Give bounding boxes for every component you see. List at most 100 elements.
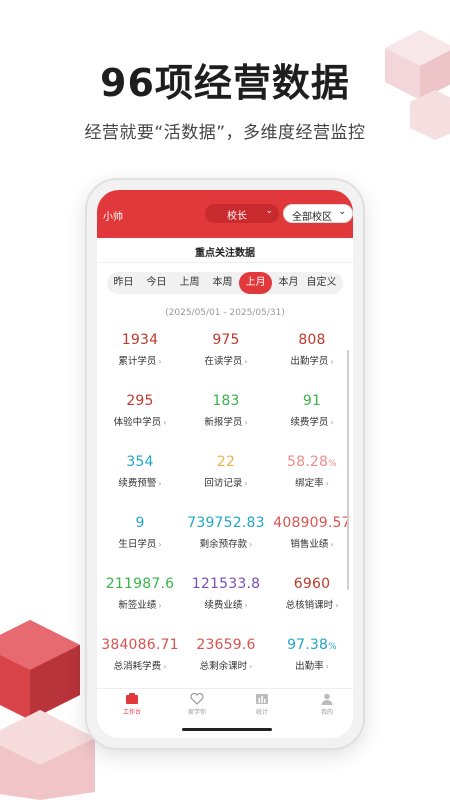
tab-user[interactable]: 我的 (297, 693, 353, 716)
metric-label: 出勤率 › (295, 661, 329, 672)
metric-value: 121533.8 (191, 576, 261, 592)
period-tab[interactable]: 昨日 (107, 272, 140, 294)
chevron-right-icon: › (249, 662, 253, 671)
bar-chart-icon (232, 693, 292, 705)
period-tab[interactable]: 自定义 (305, 272, 338, 294)
section-title: 重点关注数据 (195, 248, 255, 259)
tab-label: 我的 (320, 709, 333, 716)
app-screen: 小帅 校长 ⌄ 全部校区 ⌄ 重点关注数据 昨日 今日 上周 本周 上月 本月 自定义 (2… (97, 190, 353, 738)
period-tab[interactable]: 本周 (206, 272, 239, 294)
tab-label: 统计 (255, 709, 268, 716)
chevron-right-icon: › (325, 479, 329, 488)
divider (97, 262, 353, 263)
metric-value: 6960 (293, 576, 331, 592)
chevron-right-icon: › (163, 662, 167, 671)
metric-unit: % (328, 642, 337, 652)
metric-label: 体验中学员 › (113, 417, 167, 428)
metric-value: 97.38% (287, 637, 337, 653)
metric-label: 总核销课时 › (285, 600, 339, 611)
metric-label: 销售业绩 › (290, 539, 334, 550)
home-indicator (182, 728, 272, 731)
metric-card[interactable]: 975 在读学员 › (183, 332, 269, 367)
chevron-right-icon: › (335, 601, 339, 610)
metric-value: 58.28% (287, 454, 337, 470)
scrollbar[interactable] (347, 350, 349, 590)
metric-card[interactable]: 6960 总核销课时 › (269, 576, 353, 611)
metric-card[interactable]: 1934 累计学员 › (97, 332, 183, 367)
metric-card[interactable]: 22 回访记录 › (183, 454, 269, 489)
tab-heart[interactable]: 家学你 (167, 693, 227, 716)
metric-card[interactable]: 384086.71 总消耗学费 › (97, 637, 183, 672)
metric-card[interactable]: 97.38% 出勤率 › (269, 637, 353, 672)
user-name: 小帅 (103, 212, 123, 223)
metric-card[interactable]: 739752.83 剩余预存款 › (183, 515, 269, 550)
campus-label: 全部校区 (292, 212, 332, 223)
metric-label: 新报学员 › (204, 417, 248, 428)
metric-value: 1934 (121, 332, 159, 348)
metric-card[interactable]: 23659.6 总剩余课时 › (183, 637, 269, 672)
metric-value: 808 (298, 332, 326, 348)
metric-label: 新签业绩 › (118, 600, 162, 611)
phone-mockup: 小帅 校长 ⌄ 全部校区 ⌄ 重点关注数据 昨日 今日 上周 本周 上月 本月 自定义 (2… (85, 178, 365, 750)
role-selector[interactable]: 校长 ⌄ (205, 204, 279, 223)
chevron-right-icon: › (244, 418, 248, 427)
metric-card[interactable]: 354 续费预警 › (97, 454, 183, 489)
metric-card[interactable]: 121533.8 续费业绩 › (183, 576, 269, 611)
chevron-right-icon: › (244, 479, 248, 488)
metric-value: 975 (212, 332, 240, 348)
metric-card[interactable]: 808 出勤学员 › (269, 332, 353, 367)
tab-bar-chart[interactable]: 统计 (232, 693, 292, 716)
metric-label: 回访记录 › (204, 478, 248, 489)
chevron-right-icon: › (325, 662, 329, 671)
metric-value: 739752.83 (187, 515, 265, 531)
metric-value: 23659.6 (196, 637, 256, 653)
period-tab[interactable]: 本月 (272, 272, 305, 294)
chevron-right-icon: › (158, 357, 162, 366)
tab-label: 家学你 (187, 709, 206, 716)
chevron-right-icon: › (330, 540, 334, 549)
metric-label: 剩余预存款 › (199, 539, 253, 550)
metric-value: 9 (135, 515, 145, 531)
metric-card[interactable]: 408909.57 销售业绩 › (269, 515, 353, 550)
bottom-tab-bar: 工作台 家学你 统计 我的 (97, 688, 353, 722)
metric-label: 总消耗学费 › (113, 661, 167, 672)
workbench-icon (102, 693, 162, 705)
date-range: (2025/05/01 - 2025/05/31) (165, 308, 285, 318)
metric-label: 续费业绩 › (204, 600, 248, 611)
metric-card[interactable]: 211987.6 新签业绩 › (97, 576, 183, 611)
chevron-right-icon: › (330, 357, 334, 366)
metric-value: 295 (126, 393, 154, 409)
metric-card[interactable]: 58.28% 绑定率 › (269, 454, 353, 489)
metric-value: 211987.6 (105, 576, 175, 592)
period-tabs: 昨日 今日 上周 本周 上月 本月 自定义 (107, 272, 343, 294)
chevron-right-icon: › (163, 418, 167, 427)
period-tab[interactable]: 上周 (173, 272, 206, 294)
tab-workbench[interactable]: 工作台 (102, 693, 162, 716)
chevron-right-icon: › (158, 479, 162, 488)
campus-selector[interactable]: 全部校区 ⌄ (283, 204, 353, 223)
metric-label: 在读学员 › (204, 356, 248, 367)
app-header: 小帅 校长 ⌄ 全部校区 ⌄ (97, 190, 353, 238)
metric-label: 总剩余课时 › (199, 661, 253, 672)
chevron-down-icon: ⌄ (265, 206, 273, 216)
chevron-right-icon: › (244, 357, 248, 366)
metric-label: 续费预警 › (118, 478, 162, 489)
chevron-right-icon: › (158, 540, 162, 549)
user-icon (297, 693, 353, 705)
metric-value: 91 (302, 393, 322, 409)
subheadline: 经营就要“活数据”，多维度经营监控 (84, 123, 366, 143)
tab-label: 工作台 (122, 709, 141, 716)
metric-card[interactable]: 295 体验中学员 › (97, 393, 183, 428)
metric-label: 出勤学员 › (290, 356, 334, 367)
metric-card[interactable]: 9 生日学员 › (97, 515, 183, 550)
metric-label: 累计学员 › (118, 356, 162, 367)
metric-card[interactable]: 183 新报学员 › (183, 393, 269, 428)
metric-card[interactable]: 91 续费学员 › (269, 393, 353, 428)
metric-label: 绑定率 › (295, 478, 329, 489)
metric-label: 续费学员 › (290, 417, 334, 428)
metric-value: 354 (126, 454, 154, 470)
period-tab[interactable]: 今日 (140, 272, 173, 294)
period-tab[interactable]: 上月 (239, 272, 272, 294)
metric-label: 生日学员 › (118, 539, 162, 550)
chevron-right-icon: › (330, 418, 334, 427)
